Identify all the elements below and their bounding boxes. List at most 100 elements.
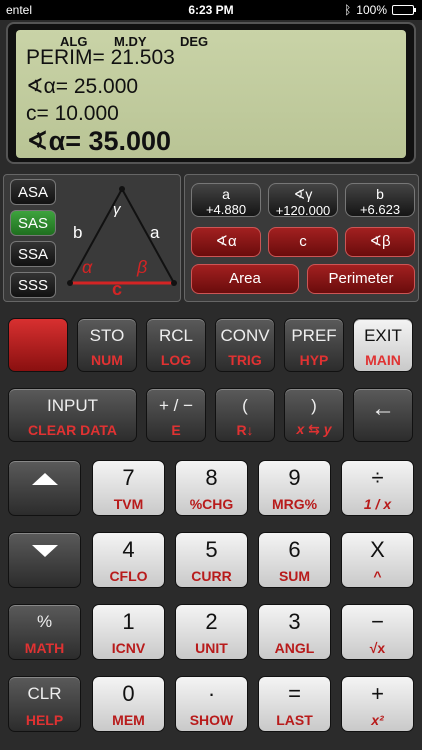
display-frame: ALG M.DY DEG PERIM= 21.503 ∢α= 25.000 c=… [6, 22, 416, 164]
solve-c-button[interactable]: c [268, 227, 338, 257]
display-main-line: ∢α= 35.000 [26, 126, 172, 156]
side-b-label: b [73, 223, 83, 242]
equals-key-label: = [288, 681, 301, 706]
side-a-label: a [150, 223, 160, 242]
input-key[interactable]: INPUT CLEAR DATA [8, 388, 137, 442]
area-button[interactable]: Area [191, 264, 299, 294]
key-8[interactable]: 8 %CHG [175, 460, 248, 516]
up-arrow-key[interactable] [8, 460, 81, 516]
key-0-label: 0 [122, 681, 135, 706]
key-8-label: 8 [205, 465, 218, 490]
mode-sss-button[interactable]: SSS [10, 272, 56, 298]
pref-key-shift-label: HYP [299, 352, 329, 368]
exit-key-label: EXIT [364, 326, 402, 345]
down-arrow-key[interactable] [8, 532, 81, 588]
status-right: ᛒ 100% [344, 3, 416, 17]
clear-key-label: CLR [27, 684, 62, 703]
battery-icon [392, 5, 416, 15]
multiply-key[interactable]: X ^ [341, 532, 414, 588]
open-paren-key-label: ( [242, 396, 248, 415]
value-gamma-value: +120.000 [275, 203, 331, 218]
percent-key[interactable]: % MATH [8, 604, 81, 660]
percent-key-shift-label: MATH [24, 640, 65, 656]
key-0[interactable]: 0 MEM [92, 676, 165, 732]
input-key-label: INPUT [47, 396, 98, 415]
angle-gamma-label: γ [113, 201, 121, 218]
shift-key[interactable] [8, 318, 68, 372]
key-1-label: 1 [122, 609, 135, 634]
divide-key-label: ÷ [371, 465, 384, 490]
add-key[interactable]: + x² [341, 676, 414, 732]
close-paren-key-shift-label: x ⇆ y [296, 421, 332, 437]
change-sign-key-shift-label: E [171, 422, 181, 438]
key-2[interactable]: 2 UNIT [175, 604, 248, 660]
display-line-3: c= 10.000 [26, 102, 119, 125]
equals-key-shift-label: LAST [276, 712, 313, 728]
divide-key[interactable]: ÷ 1 / x [341, 460, 414, 516]
conv-key-label: CONV [220, 326, 270, 345]
sto-key-label: STO [89, 326, 125, 345]
key-0-shift-label: MEM [112, 712, 145, 728]
key-6[interactable]: 6 SUM [258, 532, 331, 588]
change-sign-key[interactable]: + / − E [146, 388, 206, 442]
input-key-shift-label: CLEAR DATA [28, 422, 117, 438]
down-arrow-icon [31, 545, 58, 557]
key-5-label: 5 [205, 537, 218, 562]
solve-beta-button[interactable]: ∢β [345, 227, 415, 257]
triangle-panel: ASA SAS SSA SSS γ b a α β c [3, 174, 181, 302]
key-1-shift-label: ICNV [111, 640, 146, 656]
backspace-key[interactable]: ← [353, 388, 413, 442]
equals-key[interactable]: = LAST [258, 676, 331, 732]
subtract-key[interactable]: − √x [341, 604, 414, 660]
value-gamma-button[interactable]: ∢γ +120.000 [268, 183, 338, 218]
value-b-value: +6.623 [359, 202, 401, 217]
indicator-angle: DEG [180, 34, 209, 49]
subtract-key-shift-label: √x [369, 640, 386, 656]
percent-key-label: % [36, 612, 53, 631]
subtract-key-label: − [371, 609, 384, 634]
key-4[interactable]: 4 CFLO [92, 532, 165, 588]
key-4-shift-label: CFLO [109, 568, 148, 584]
solve-alpha-button[interactable]: ∢α [191, 227, 261, 257]
value-a-value: +4.880 [205, 202, 247, 217]
multiply-key-label: X [370, 537, 385, 562]
mode-asa-button[interactable]: ASA [10, 179, 56, 205]
clear-key[interactable]: CLR HELP [8, 676, 81, 732]
exit-key[interactable]: EXIT MAIN [353, 318, 413, 372]
rcl-key[interactable]: RCL LOG [146, 318, 206, 372]
exit-key-shift-label: MAIN [365, 352, 401, 368]
change-sign-key-label: + / − [158, 396, 194, 415]
value-gamma-label: ∢γ [293, 186, 313, 202]
value-b-label: b [376, 186, 384, 202]
decimal-key[interactable]: · SHOW [175, 676, 248, 732]
key-5-shift-label: CURR [191, 568, 232, 584]
key-2-shift-label: UNIT [195, 640, 228, 656]
value-a-label: a [222, 186, 230, 202]
key-1[interactable]: 1 ICNV [92, 604, 165, 660]
decimal-key-label: · [207, 681, 216, 706]
key-3[interactable]: 3 ANGL [258, 604, 331, 660]
backspace-icon: ← [371, 395, 395, 422]
open-paren-key-shift-label: R↓ [236, 422, 254, 438]
key-7[interactable]: 7 TVM [92, 460, 165, 516]
add-key-label: + [371, 681, 384, 706]
value-b-button[interactable]: b +6.623 [345, 183, 415, 217]
mode-sas-button[interactable]: SAS [10, 210, 56, 236]
close-paren-key[interactable]: ) x ⇆ y [284, 388, 344, 442]
rcl-key-shift-label: LOG [160, 352, 192, 368]
key-6-label: 6 [288, 537, 301, 562]
mode-ssa-button[interactable]: SSA [10, 241, 56, 267]
battery-percent: 100% [356, 3, 387, 17]
multiply-key-shift-label: ^ [373, 568, 382, 584]
pref-key[interactable]: PREF HYP [284, 318, 344, 372]
key-5[interactable]: 5 CURR [175, 532, 248, 588]
open-paren-key[interactable]: ( R↓ [215, 388, 275, 442]
conv-key-shift-label: TRIG [228, 352, 262, 368]
value-a-button[interactable]: a +4.880 [191, 183, 261, 217]
perimeter-button[interactable]: Perimeter [307, 264, 415, 294]
conv-key[interactable]: CONV TRIG [215, 318, 275, 372]
key-6-shift-label: SUM [278, 568, 311, 584]
key-9[interactable]: 9 MRG% [258, 460, 331, 516]
bluetooth-icon: ᛒ [344, 3, 352, 17]
sto-key[interactable]: STO NUM [77, 318, 137, 372]
